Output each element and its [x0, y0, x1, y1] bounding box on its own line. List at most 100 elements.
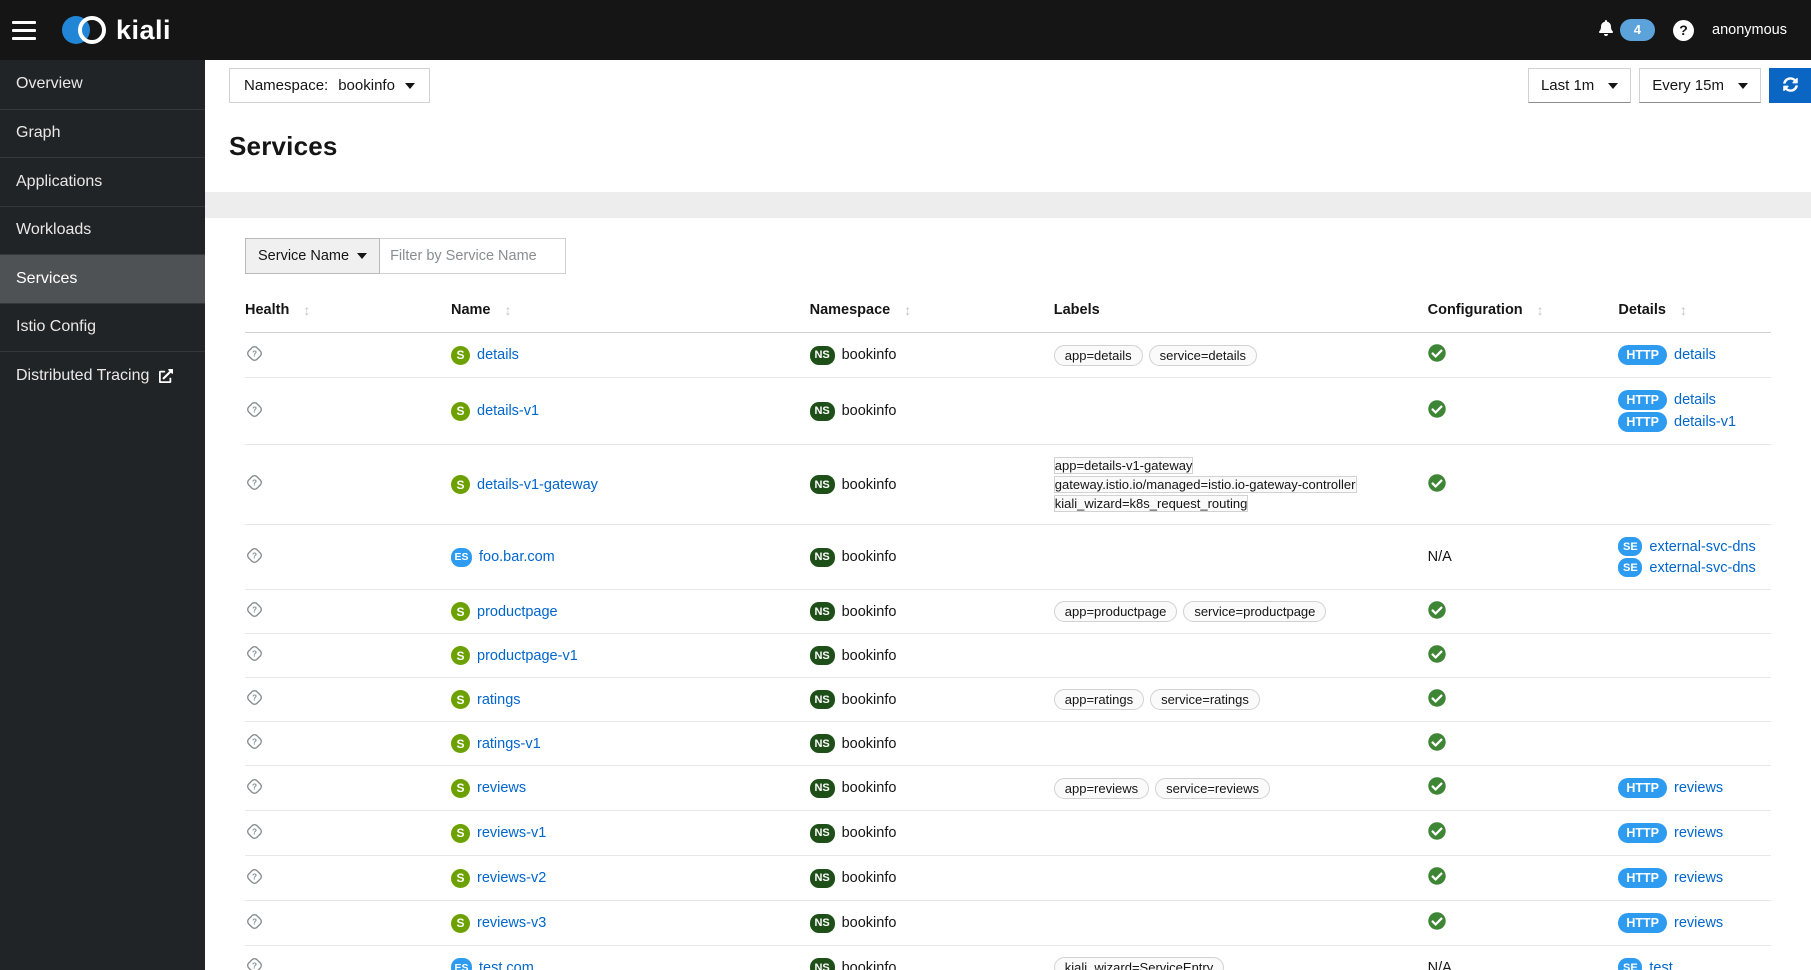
ns-badge: NS	[809, 778, 835, 798]
chevron-down-icon	[1608, 82, 1619, 89]
config-valid-icon	[1427, 732, 1446, 755]
namespace-name: bookinfo	[841, 403, 897, 419]
refresh-interval-select[interactable]: Every 15m	[1639, 68, 1761, 103]
nav-toggle-icon[interactable]	[12, 17, 36, 44]
sidebar-item-graph[interactable]: Graph	[0, 108, 205, 158]
table-row: ? ES test.com NS bookinfo kiali_wizard=Servic…	[245, 945, 1771, 970]
column-label: Labels	[1053, 302, 1100, 318]
label-pill: kiali_wizard=k8s_request_routing	[1053, 495, 1249, 512]
namespace-name: bookinfo	[841, 735, 897, 752]
sort-icon: ↕	[1536, 302, 1544, 318]
namespace-value: bookinfo	[338, 77, 395, 94]
service-link[interactable]: productpage-v1	[477, 648, 578, 664]
sort-icon: ↕	[904, 302, 912, 318]
label-pill: app=details	[1053, 344, 1143, 366]
column-label: Details	[1618, 302, 1666, 318]
sidebar-item-label: Workloads	[16, 221, 92, 239]
es-badge: ES	[451, 958, 472, 970]
notification-count-badge[interactable]: 4	[1619, 19, 1656, 41]
service-link[interactable]: ratings-v1	[477, 736, 541, 752]
detail-link[interactable]: reviews	[1674, 915, 1723, 931]
user-name: anonymous	[1712, 22, 1787, 38]
sidebar-item-overview[interactable]: Overview	[0, 60, 205, 109]
column-header-namespace[interactable]: Namespace ↕	[809, 296, 1054, 333]
filter-type-dropdown[interactable]: Service Name	[245, 238, 381, 274]
service-link[interactable]: productpage	[477, 604, 558, 620]
health-unknown-icon: ?	[245, 401, 264, 423]
detail-link[interactable]: details	[1674, 392, 1716, 408]
service-link[interactable]: test.com	[479, 960, 534, 970]
detail-link[interactable]: test	[1649, 960, 1672, 970]
ns-badge: NS	[809, 646, 835, 665]
sidebar-item-istio-config[interactable]: Istio Config	[0, 302, 205, 352]
label-pill: kiali_wizard=ServiceEntry	[1053, 957, 1225, 970]
sidebar-item-services[interactable]: Services	[0, 254, 205, 303]
refresh-icon	[1782, 76, 1798, 95]
duration-select[interactable]: Last 1m	[1527, 68, 1632, 103]
service-link[interactable]: foo.bar.com	[479, 549, 555, 565]
bell-icon	[1598, 20, 1614, 40]
namespace-name: bookinfo	[841, 825, 897, 841]
service-link[interactable]: reviews-v1	[477, 825, 546, 841]
table-row: ? Sreviews NS bookinfo app=reviews service=re…	[245, 765, 1771, 811]
ns-badge: NS	[809, 868, 835, 888]
service-link[interactable]: details-v1	[477, 403, 539, 419]
service-link[interactable]: reviews-v2	[477, 870, 546, 886]
column-header-health[interactable]: Health ↕	[245, 296, 451, 333]
service-link[interactable]: ratings	[477, 692, 521, 708]
sidebar-item-distributed-tracing[interactable]: Distributed Tracing	[0, 351, 205, 400]
sidebar-item-applications[interactable]: Applications	[0, 157, 205, 206]
detail-link[interactable]: reviews	[1674, 780, 1723, 796]
health-unknown-icon: ?	[245, 913, 264, 935]
chevron-down-icon	[404, 82, 415, 89]
table-row: ? Sratings NS bookinfo app=ratings service=ra…	[245, 677, 1771, 722]
detail-link[interactable]: reviews	[1674, 870, 1723, 886]
namespace-name: bookinfo	[841, 780, 897, 796]
detail-link[interactable]: external-svc-dns	[1649, 560, 1755, 576]
ns-badge: NS	[809, 602, 835, 621]
ns-badge: NS	[809, 401, 835, 421]
service-link[interactable]: details-v1-gateway	[477, 477, 598, 493]
label-pill: service=details	[1148, 344, 1257, 366]
table-row: ? Sdetails-v1 NS bookinfo HTTP details HTTP det…	[245, 377, 1771, 445]
detail-link[interactable]: details-v1	[1674, 414, 1736, 430]
duration-value: Last 1m	[1540, 77, 1595, 94]
detail-link[interactable]: external-svc-dns	[1649, 539, 1755, 555]
se-badge: SE	[1618, 537, 1643, 556]
health-unknown-icon: ?	[245, 868, 264, 890]
namespace-name: bookinfo	[841, 870, 897, 886]
config-valid-icon	[1427, 344, 1446, 366]
namespace-name: bookinfo	[841, 915, 897, 931]
sidebar-item-workloads[interactable]: Workloads	[0, 205, 205, 255]
service-link[interactable]: reviews-v3	[477, 915, 546, 931]
service-link[interactable]: reviews	[477, 780, 526, 796]
http-badge: HTTP	[1618, 868, 1668, 888]
namespace-name: bookinfo	[841, 647, 897, 664]
kiali-brand: kiali	[62, 14, 171, 46]
filter-input[interactable]	[380, 238, 567, 274]
detail-link[interactable]: details	[1674, 347, 1716, 363]
namespace-label: Namespace:	[244, 77, 329, 94]
config-valid-icon	[1427, 822, 1446, 844]
svg-text:?: ?	[252, 871, 257, 881]
http-badge: HTTP	[1618, 913, 1668, 933]
column-header-name[interactable]: Name ↕	[451, 296, 810, 333]
services-table: Health ↕ Name ↕ Namespace ↕ Labels Configuratio…	[245, 296, 1771, 970]
sort-icon: ↕	[504, 302, 512, 318]
service-link[interactable]: details	[477, 347, 519, 363]
s-badge: S	[451, 345, 470, 365]
refresh-button[interactable]	[1769, 68, 1811, 103]
column-label: Namespace	[809, 302, 891, 318]
column-header-configuration[interactable]: Configuration ↕	[1427, 296, 1619, 333]
http-badge: HTTP	[1618, 390, 1668, 410]
notifications-button[interactable]: 4	[1598, 19, 1656, 41]
s-badge: S	[451, 646, 470, 665]
sidebar-item-label: Applications	[16, 172, 103, 190]
config-valid-icon	[1427, 688, 1446, 711]
sidebar-item-label: Services	[16, 269, 78, 287]
help-icon[interactable]: ?	[1673, 19, 1695, 41]
namespace-select[interactable]: Namespace: bookinfo	[229, 68, 430, 103]
detail-link[interactable]: reviews	[1674, 825, 1723, 841]
column-header-details[interactable]: Details ↕	[1618, 296, 1771, 333]
column-label: Name	[451, 302, 491, 318]
